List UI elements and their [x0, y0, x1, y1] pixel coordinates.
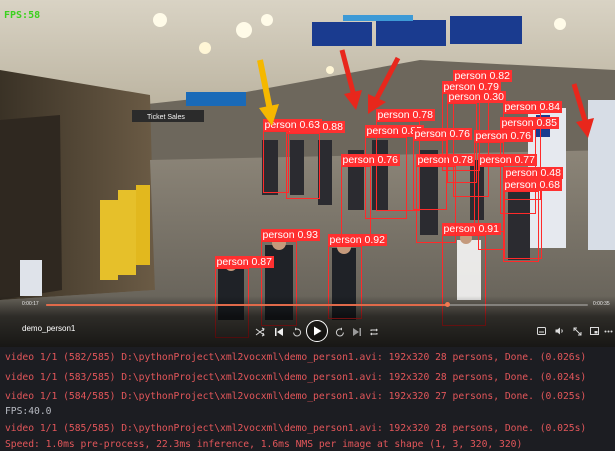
more-icon	[604, 330, 612, 332]
miniplayer-icon	[589, 327, 599, 335]
terminal-line: video 1/1 (584/585) D:\pythonProject\xml…	[5, 391, 587, 402]
repeat-icon	[370, 328, 378, 336]
volume-button[interactable]	[553, 325, 565, 337]
seek-bar[interactable]	[46, 302, 588, 307]
forward-30-icon	[335, 327, 344, 337]
repeat-button[interactable]	[367, 325, 381, 339]
subtitles-button[interactable]	[535, 325, 547, 337]
forward-button[interactable]	[333, 325, 347, 339]
previous-icon	[275, 328, 283, 336]
fps-overlay: FPS:58	[4, 10, 41, 21]
volume-icon	[555, 327, 563, 335]
rewind-button[interactable]	[290, 325, 304, 339]
terminal-line: video 1/1 (582/585) D:\pythonProject\xml…	[5, 352, 587, 363]
terminal-line: Speed: 1.0ms pre-process, 22.3ms inferen…	[5, 439, 523, 450]
subtitles-icon	[536, 327, 546, 335]
miniplayer-button[interactable]	[588, 325, 600, 337]
total-time: 0:00:35	[593, 301, 610, 307]
current-time: 0:00:17	[22, 301, 39, 307]
next-icon	[353, 328, 361, 336]
fullscreen-button[interactable]	[571, 325, 583, 337]
shuffle-icon	[255, 327, 265, 337]
video-player[interactable]: Ticket Sales FPS:58 person 0.82 person 0…	[0, 0, 615, 347]
seek-thumb[interactable]	[444, 302, 450, 307]
next-button[interactable]	[350, 325, 364, 339]
terminal-output: video 1/1 (582/585) D:\pythonProject\xml…	[0, 347, 615, 451]
terminal-line: video 1/1 (583/585) D:\pythonProject\xml…	[5, 372, 587, 383]
seek-progress	[46, 304, 448, 306]
video-title: demo_person1	[22, 324, 76, 333]
fullscreen-icon	[573, 327, 581, 335]
terminal-line: FPS:40.0	[5, 406, 52, 417]
play-icon	[313, 326, 321, 336]
player-controls: 0:00:17 0:00:35 demo_person1	[0, 296, 615, 347]
terminal-line: video 1/1 (585/585) D:\pythonProject\xml…	[5, 423, 587, 434]
play-button[interactable]	[306, 320, 328, 342]
rewind-10-icon	[293, 327, 302, 337]
ticket-sales-sign: Ticket Sales	[147, 114, 185, 121]
more-options-button[interactable]	[603, 325, 613, 337]
video-frame: Ticket Sales	[0, 0, 615, 347]
shuffle-button[interactable]	[253, 325, 267, 339]
previous-button[interactable]	[272, 325, 286, 339]
